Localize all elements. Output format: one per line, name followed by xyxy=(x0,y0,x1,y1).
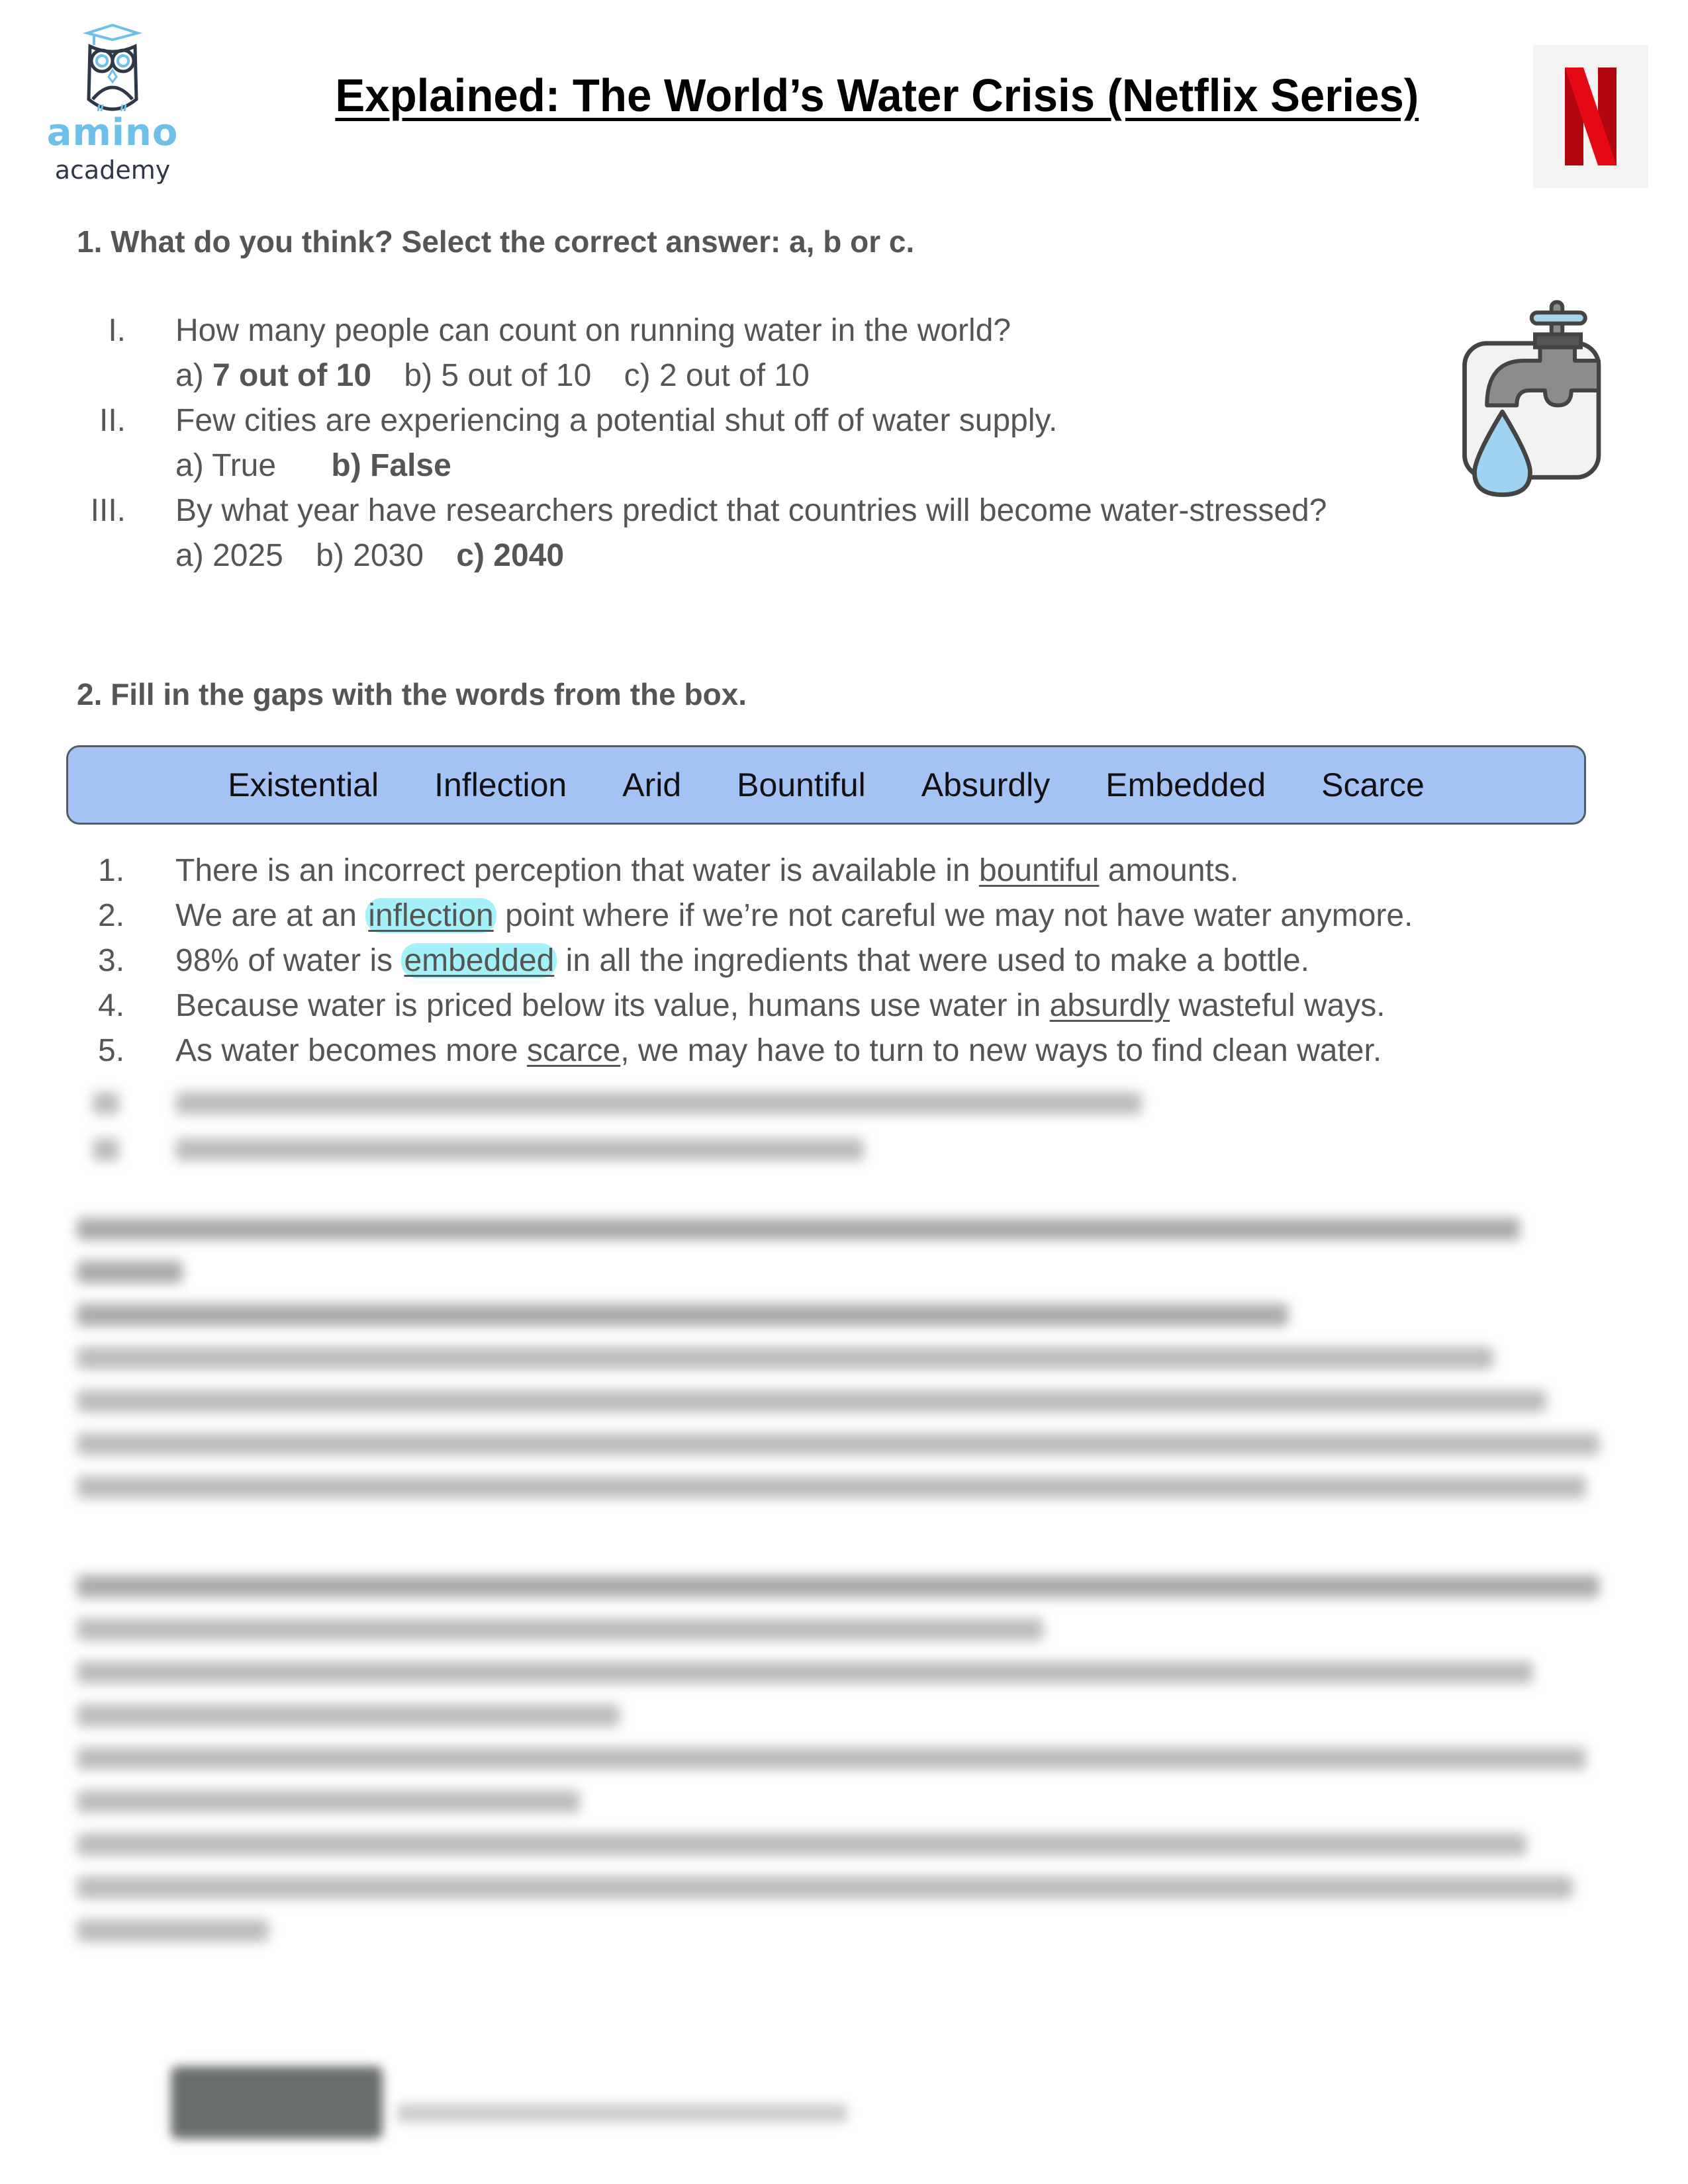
answer-field[interactable]: scarce xyxy=(527,1033,620,1068)
answer-field[interactable]: absurdly xyxy=(1050,988,1170,1023)
page-title: Explained: The World’s Water Crisis (Net… xyxy=(335,69,1419,121)
option-b[interactable]: b) False xyxy=(331,447,451,484)
question-text: Few cities are experiencing a potential … xyxy=(175,403,1058,438)
word-bank-item: Absurdly xyxy=(921,766,1051,803)
water-tap-illustration xyxy=(1430,261,1628,539)
option-c[interactable]: c) 2040 xyxy=(456,537,564,574)
option-b[interactable]: b) 5 out of 10 xyxy=(404,357,591,394)
sentence-number: 3. xyxy=(98,943,125,978)
sentence-number: 4. xyxy=(98,988,125,1023)
word-bank-item: Bountiful xyxy=(737,766,866,803)
question-numeral: III. xyxy=(90,493,126,528)
question-text: How many people can count on running wat… xyxy=(175,313,1011,348)
word-bank-item: Scarce xyxy=(1321,766,1425,803)
question-numeral: I. xyxy=(108,313,126,348)
section1-heading: 1. What do you think? Select the correct… xyxy=(77,224,915,259)
water-tap-drop-icon xyxy=(1462,300,1601,497)
amino-academy-logo: amino academy xyxy=(40,20,185,185)
answer-field[interactable]: bountiful xyxy=(979,853,1099,888)
logo-sub-text: academy xyxy=(54,156,171,185)
answer-field[interactable]: embedded xyxy=(401,943,557,978)
netflix-logo xyxy=(1533,45,1648,188)
option-a[interactable]: a) True xyxy=(175,447,276,484)
word-bank-box: Existential Inflection Arid Bountiful Ab… xyxy=(66,745,1586,825)
license-badge xyxy=(171,2066,383,2139)
option-c[interactable]: c) 2 out of 10 xyxy=(624,357,810,394)
logo-brand-text: amino xyxy=(46,111,179,154)
option-b[interactable]: b) 2030 xyxy=(316,537,424,574)
netflix-logo-icon xyxy=(1565,68,1617,165)
question-numeral: II. xyxy=(99,403,126,438)
sentence-number: 5. xyxy=(98,1033,125,1068)
word-bank-item: Inflection xyxy=(434,766,567,803)
word-bank-item: Embedded xyxy=(1105,766,1266,803)
option-a[interactable]: a) 7 out of 10 xyxy=(175,357,371,394)
footer-credit xyxy=(397,2103,847,2123)
sentence-number: 1. xyxy=(98,853,125,888)
word-bank-item: Existential xyxy=(228,766,379,803)
section2-heading: 2. Fill in the gaps with the words from … xyxy=(77,677,747,711)
word-bank-item: Arid xyxy=(622,766,682,803)
owl-graduate-icon xyxy=(82,23,143,112)
question-text: By what year have researchers predict th… xyxy=(175,493,1327,528)
answer-field[interactable]: inflection xyxy=(365,898,496,933)
option-a[interactable]: a) 2025 xyxy=(175,537,283,574)
sentence-number: 2. xyxy=(98,898,125,933)
blurred-content xyxy=(0,1079,1688,2071)
